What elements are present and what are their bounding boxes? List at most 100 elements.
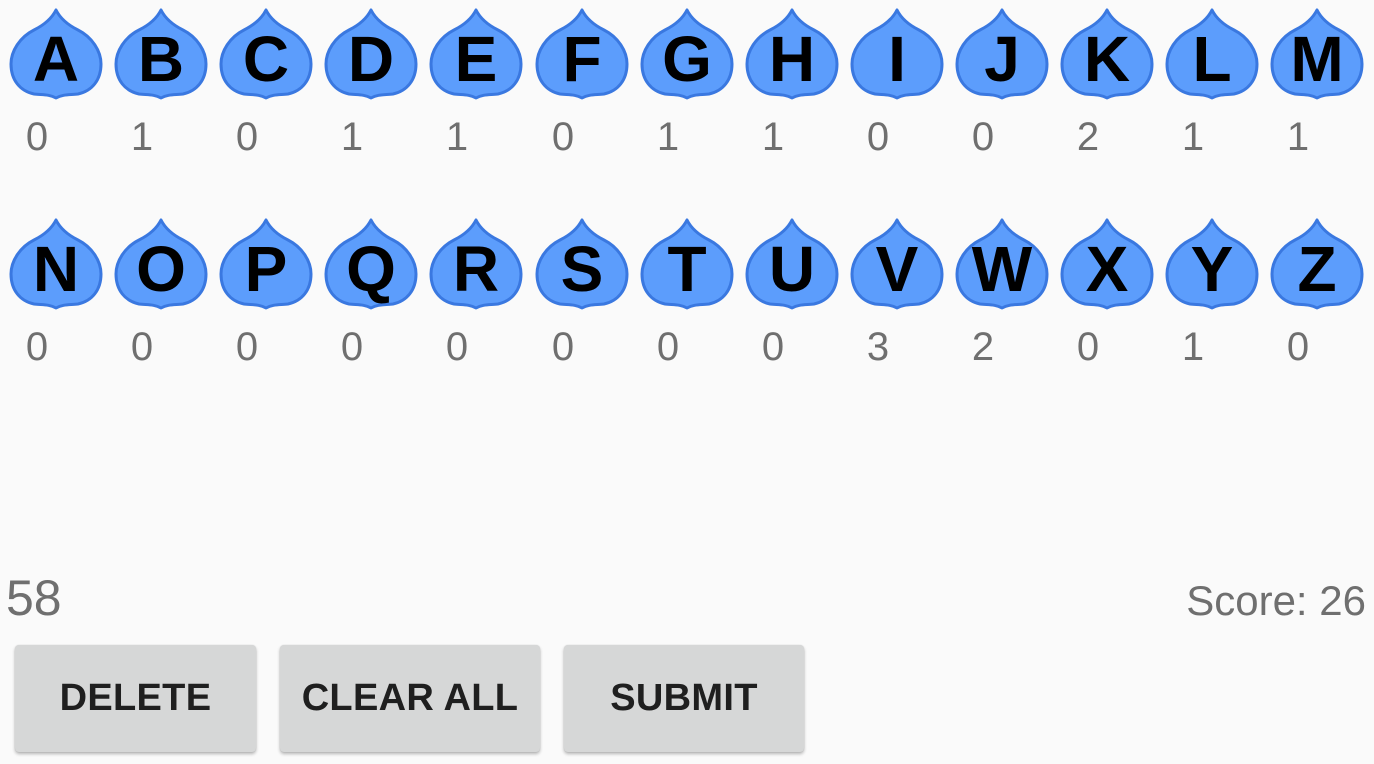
letter-tile-j[interactable]: J0 — [954, 8, 1050, 178]
letter-count: 1 — [445, 115, 469, 159]
letter-tile-m[interactable]: M1 — [1269, 8, 1365, 178]
letter-drop — [323, 8, 419, 100]
letter-tile-c[interactable]: C0 — [218, 8, 314, 178]
letter-count: 0 — [551, 325, 575, 369]
letter-drop — [428, 218, 524, 310]
letter-drop — [218, 218, 314, 310]
letter-count: 0 — [25, 115, 49, 159]
water-drop-icon — [114, 8, 208, 100]
word-game-screen: A0B1C0D1E1F0G1H1I0J0K2L1M1 N0O0P0Q0R0S0T… — [0, 0, 1374, 764]
letter-tile-w[interactable]: W2 — [954, 218, 1050, 388]
letter-count: 0 — [1076, 325, 1100, 369]
water-drop-icon — [1165, 218, 1259, 310]
letter-drop — [323, 218, 419, 310]
letter-tile-f[interactable]: F0 — [534, 8, 630, 178]
water-drop-icon — [850, 8, 944, 100]
letter-tile-a[interactable]: A0 — [8, 8, 104, 178]
letter-count: 0 — [445, 325, 469, 369]
water-drop-icon — [324, 8, 418, 100]
letter-drop — [849, 218, 945, 310]
letter-tile-x[interactable]: X0 — [1059, 218, 1155, 388]
water-drop-icon — [535, 218, 629, 310]
water-drop-icon — [640, 218, 734, 310]
water-drop-icon — [955, 8, 1049, 100]
letter-count: 0 — [25, 325, 49, 369]
letter-drop — [113, 8, 209, 100]
letter-drop — [744, 8, 840, 100]
letter-tile-d[interactable]: D1 — [323, 8, 419, 178]
letter-tile-u[interactable]: U0 — [744, 218, 840, 388]
letter-drop — [8, 218, 104, 310]
letter-count: 1 — [130, 115, 154, 159]
letter-count: 2 — [1076, 115, 1100, 159]
letter-tile-h[interactable]: H1 — [744, 8, 840, 178]
letter-tile-z[interactable]: Z0 — [1269, 218, 1365, 388]
letter-tile-r[interactable]: R0 — [428, 218, 524, 388]
letter-count: 0 — [761, 325, 785, 369]
letter-count: 1 — [1286, 115, 1310, 159]
letter-count: 3 — [866, 325, 890, 369]
letter-tile-v[interactable]: V3 — [849, 218, 945, 388]
letter-tile-b[interactable]: B1 — [113, 8, 209, 178]
delete-button[interactable]: DELETE — [15, 645, 256, 752]
letter-tile-i[interactable]: I0 — [849, 8, 945, 178]
letter-drop — [849, 8, 945, 100]
water-drop-icon — [324, 218, 418, 310]
letter-drop — [218, 8, 314, 100]
letter-tile-y[interactable]: Y1 — [1164, 218, 1260, 388]
letter-tile-t[interactable]: T0 — [639, 218, 735, 388]
letter-count: 1 — [340, 115, 364, 159]
letter-tile-g[interactable]: G1 — [639, 8, 735, 178]
letter-drop — [1269, 8, 1365, 100]
clear-all-button[interactable]: CLEAR ALL — [280, 645, 540, 752]
letter-count: 1 — [1181, 325, 1205, 369]
water-drop-icon — [219, 218, 313, 310]
water-drop-icon — [955, 218, 1049, 310]
letter-row-1: A0B1C0D1E1F0G1H1I0J0K2L1M1 — [8, 8, 1368, 188]
water-drop-icon — [9, 218, 103, 310]
letter-count: 1 — [656, 115, 680, 159]
letter-tile-k[interactable]: K2 — [1059, 8, 1155, 178]
letter-drop — [428, 8, 524, 100]
water-drop-icon — [850, 218, 944, 310]
water-drop-icon — [1060, 218, 1154, 310]
letter-drop — [8, 8, 104, 100]
letter-tile-o[interactable]: O0 — [113, 218, 209, 388]
water-drop-icon — [1165, 8, 1259, 100]
letter-tile-e[interactable]: E1 — [428, 8, 524, 178]
water-drop-icon — [745, 8, 839, 100]
letter-tile-s[interactable]: S0 — [534, 218, 630, 388]
letter-drop — [534, 8, 630, 100]
letter-drop — [954, 8, 1050, 100]
letter-drop — [639, 218, 735, 310]
letter-drop — [639, 8, 735, 100]
letter-drop — [954, 218, 1050, 310]
water-drop-icon — [535, 8, 629, 100]
letter-drop — [1164, 218, 1260, 310]
letter-tile-l[interactable]: L1 — [1164, 8, 1260, 178]
letter-drop — [534, 218, 630, 310]
letter-count: 0 — [866, 115, 890, 159]
water-drop-icon — [1060, 8, 1154, 100]
submit-button[interactable]: SUBMIT — [564, 645, 804, 752]
water-drop-icon — [1270, 8, 1364, 100]
water-drop-icon — [745, 218, 839, 310]
letter-count: 0 — [340, 325, 364, 369]
water-drop-icon — [640, 8, 734, 100]
score-display: Score: 26 — [1186, 577, 1366, 624]
letter-tile-q[interactable]: Q0 — [323, 218, 419, 388]
letter-tile-n[interactable]: N0 — [8, 218, 104, 388]
water-drop-icon — [429, 218, 523, 310]
letter-tile-p[interactable]: P0 — [218, 218, 314, 388]
water-drop-icon — [219, 8, 313, 100]
letter-count: 2 — [971, 325, 995, 369]
letter-count: 0 — [971, 115, 995, 159]
water-drop-icon — [1270, 218, 1364, 310]
letter-count: 0 — [1286, 325, 1310, 369]
letter-row-2: N0O0P0Q0R0S0T0U0V3W2X0Y1Z0 — [8, 218, 1368, 398]
water-drop-icon — [9, 8, 103, 100]
letter-count: 0 — [551, 115, 575, 159]
timer-display: 58 — [6, 570, 62, 626]
letter-drop — [1059, 218, 1155, 310]
letter-count: 0 — [235, 325, 259, 369]
